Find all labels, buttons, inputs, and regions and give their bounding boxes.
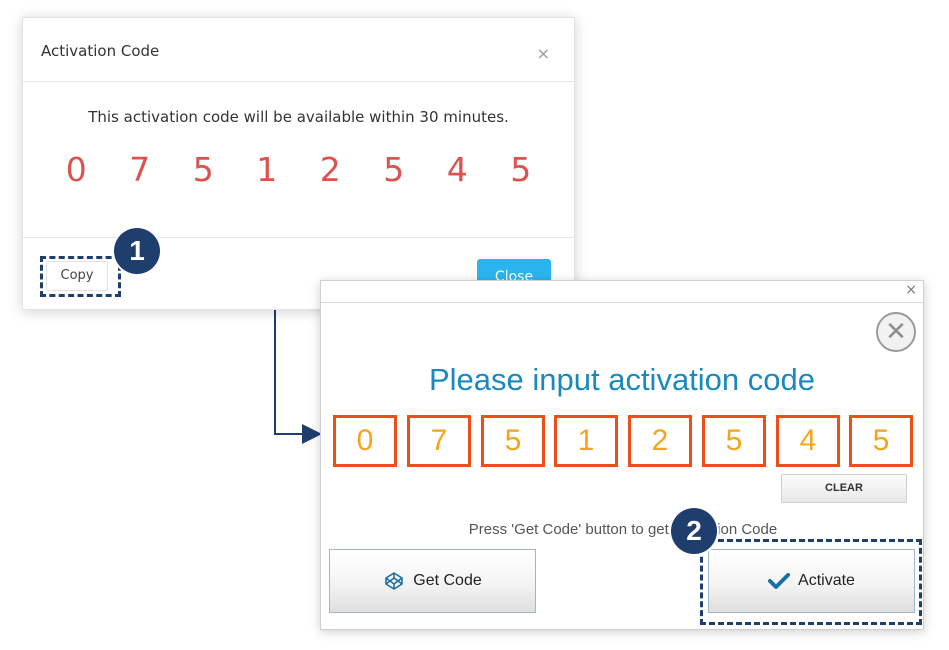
code-digit-box[interactable]: 2 (628, 415, 692, 467)
input-heading: Please input activation code (428, 362, 816, 397)
code-digit-box[interactable]: 5 (849, 415, 913, 467)
circle-close-icon[interactable]: ✕ (876, 312, 916, 352)
step-badge-1: 1 (114, 228, 160, 274)
code-digit-box[interactable]: 4 (776, 415, 840, 467)
dialog-title: Activation Code (41, 42, 160, 60)
get-code-button[interactable]: Get Code (329, 549, 536, 613)
availability-message: This activation code will be available w… (88, 108, 509, 126)
codepen-icon (383, 570, 405, 592)
code-digit-box[interactable]: 0 (333, 415, 397, 467)
titlebar-close-icon[interactable]: × (905, 282, 917, 298)
step-badge-2: 2 (671, 508, 717, 554)
code-digit-box[interactable]: 1 (554, 415, 618, 467)
dialog-header: Activation Code × (23, 18, 574, 82)
activation-code: 0 7 5 1 2 5 4 5 (65, 150, 548, 189)
dialog-titlebar: × (321, 281, 923, 303)
copy-highlight-box (40, 256, 121, 297)
code-digit-box[interactable]: 7 (407, 415, 471, 467)
get-code-hint: Press 'Get Code' button to get Activatio… (468, 521, 778, 538)
activate-highlight-box (700, 539, 922, 625)
clear-button[interactable]: CLEAR (781, 474, 907, 503)
close-icon[interactable]: × (537, 44, 550, 63)
code-digit-box[interactable]: 5 (702, 415, 766, 467)
code-digit-box[interactable]: 5 (481, 415, 545, 467)
footer-divider (23, 237, 574, 238)
get-code-label: Get Code (413, 572, 482, 589)
